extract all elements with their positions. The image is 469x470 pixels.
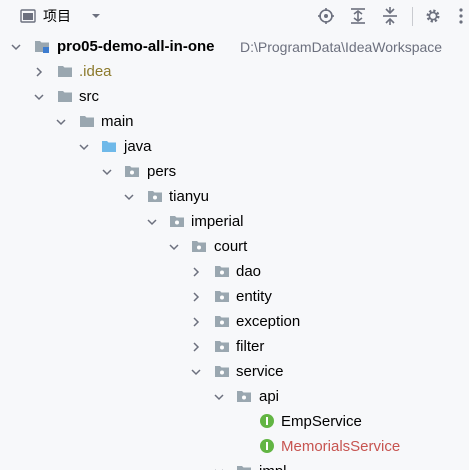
package-icon (237, 466, 251, 470)
package-icon (170, 216, 184, 227)
package-label: filter (236, 338, 265, 355)
tree-row-package[interactable]: api (0, 384, 469, 409)
package-icon (215, 291, 229, 302)
package-label: impl (259, 463, 287, 470)
tree-row-package[interactable]: service (0, 359, 469, 384)
tree-row-package[interactable]: pers (0, 159, 469, 184)
chevron-down-icon[interactable] (213, 466, 225, 470)
toolbar-separator (412, 7, 413, 26)
folder-icon (58, 66, 72, 77)
package-icon (215, 266, 229, 277)
tree-row-package[interactable]: exception (0, 309, 469, 334)
package-icon (215, 341, 229, 352)
tree-row-package[interactable]: entity (0, 284, 469, 309)
locate-icon[interactable] (317, 7, 335, 25)
chevron-down-icon[interactable] (33, 91, 45, 103)
tree-row-package[interactable]: filter (0, 334, 469, 359)
package-label: imperial (191, 213, 244, 230)
chevron-down-icon[interactable] (146, 216, 158, 228)
tree-row-idea[interactable]: .idea (0, 59, 469, 84)
folder-label: .idea (79, 63, 112, 80)
chevron-down-icon[interactable] (190, 366, 202, 378)
chevron-down-icon[interactable] (168, 241, 180, 253)
chevron-down-icon[interactable] (78, 141, 90, 153)
tree-row-package[interactable]: imperial (0, 209, 469, 234)
tree-row-package[interactable]: tianyu (0, 184, 469, 209)
tree-row-module[interactable]: pro05-demo-all-in-one D:\ProgramData\Ide… (0, 34, 469, 59)
package-label: court (214, 238, 248, 255)
package-label: service (236, 363, 284, 380)
chevron-down-icon[interactable] (101, 166, 113, 178)
package-label: entity (236, 288, 272, 305)
chevron-down-icon[interactable] (213, 391, 225, 403)
package-label: api (259, 388, 280, 405)
project-toolbar: 项目 (0, 0, 469, 33)
more-icon[interactable] (452, 7, 469, 25)
chevron-right-icon[interactable] (190, 341, 202, 353)
project-view-title[interactable]: 项目 (43, 8, 71, 24)
package-label: pers (147, 163, 177, 180)
tree-row-java[interactable]: java (0, 134, 469, 159)
module-folder-icon (35, 41, 49, 53)
interface-icon (260, 439, 274, 453)
module-path: D:\ProgramData\IdeaWorkspace (240, 39, 443, 55)
gear-icon[interactable] (424, 7, 442, 25)
package-icon (192, 241, 206, 252)
chevron-right-icon[interactable] (33, 66, 45, 78)
package-label: dao (236, 263, 262, 280)
module-name: pro05-demo-all-in-one (57, 38, 215, 55)
package-icon (215, 366, 229, 377)
interface-label: MemorialsService (281, 438, 401, 455)
package-icon (148, 191, 162, 202)
package-icon (237, 391, 251, 402)
chevron-down-icon[interactable] (123, 191, 135, 203)
folder-label: java (124, 138, 152, 155)
folder-icon (80, 116, 94, 127)
collapse-all-icon[interactable] (381, 7, 399, 25)
interface-label: EmpService (281, 413, 362, 430)
project-view-icon[interactable] (20, 8, 36, 24)
tree-row-package[interactable]: court (0, 234, 469, 259)
tree-row-package[interactable]: dao (0, 259, 469, 284)
source-folder-icon (102, 141, 116, 152)
package-label: exception (236, 313, 301, 330)
chevron-down-icon[interactable] (89, 10, 103, 22)
tree-row-interface[interactable]: MemorialsService (0, 434, 469, 459)
package-label: tianyu (169, 188, 210, 205)
tree-row-package[interactable]: impl (0, 459, 469, 470)
folder-icon (58, 91, 72, 102)
tree-row-src[interactable]: src (0, 84, 469, 109)
chevron-right-icon[interactable] (190, 291, 202, 303)
interface-icon (260, 414, 274, 428)
chevron-down-icon[interactable] (55, 116, 67, 128)
folder-label: main (101, 113, 134, 130)
package-icon (125, 166, 139, 177)
chevron-down-icon[interactable] (10, 41, 22, 53)
tree-row-main[interactable]: main (0, 109, 469, 134)
expand-all-icon[interactable] (349, 7, 367, 25)
folder-label: src (79, 88, 99, 105)
project-tree: pro05-demo-all-in-one D:\ProgramData\Ide… (0, 33, 469, 470)
chevron-right-icon[interactable] (190, 266, 202, 278)
chevron-right-icon[interactable] (190, 316, 202, 328)
tree-row-interface[interactable]: EmpService (0, 409, 469, 434)
package-icon (215, 316, 229, 327)
